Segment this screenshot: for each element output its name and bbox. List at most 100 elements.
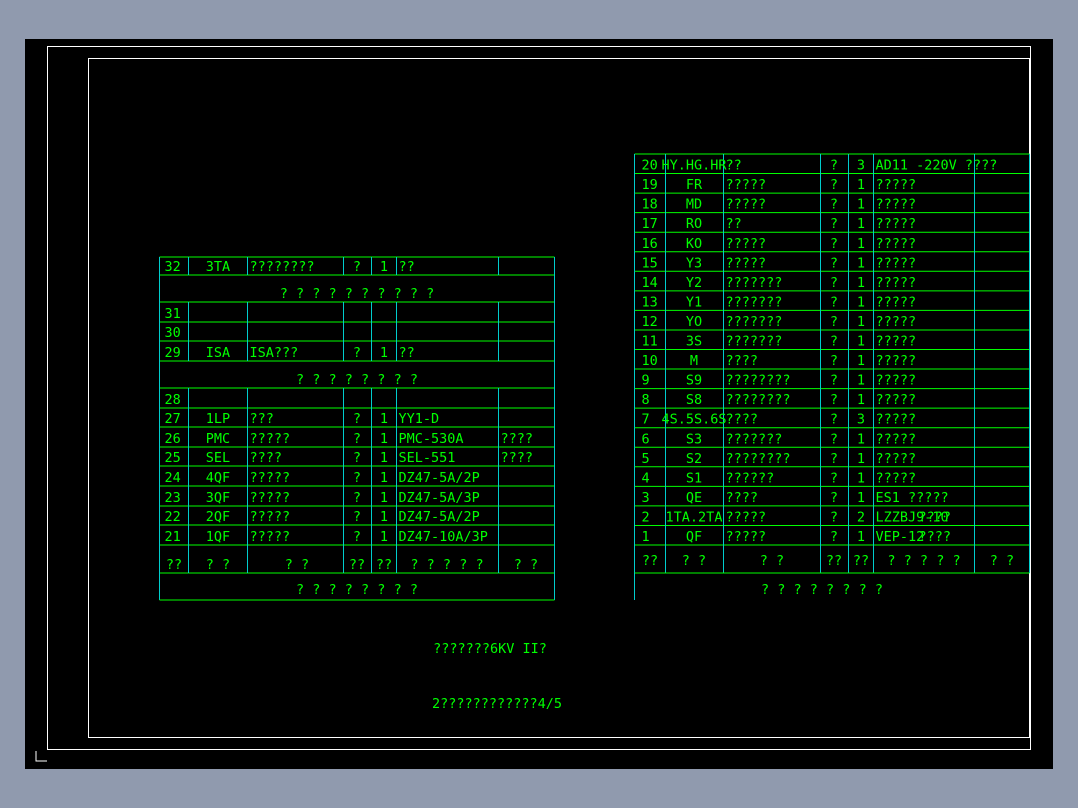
value-cell: ISA??? <box>250 345 299 361</box>
unit-cell: 1 <box>857 451 865 467</box>
index-cell: 12 <box>642 314 658 330</box>
index-cell: 9 <box>642 373 650 389</box>
unit-cell: ? <box>830 314 838 330</box>
unit-cell: ? <box>830 216 838 232</box>
value-cell: ????? <box>876 392 917 408</box>
unit-cell: 1 <box>857 294 865 310</box>
index-cell: 17 <box>642 216 658 232</box>
value-cell: ?? <box>726 158 742 174</box>
unit-cell: ? <box>830 158 838 174</box>
note-cell: ???? <box>919 509 952 525</box>
unit-cell: ? <box>830 509 838 525</box>
index-cell: 32 <box>165 259 181 275</box>
code-cell: 2QF <box>206 509 230 525</box>
header-cell: ? ? <box>285 557 309 573</box>
unit-cell: 3 <box>857 158 865 174</box>
left-component-table: 32 3TA????????? 1??? ? ? ? ? ? ? ? ? ?3130… <box>159 256 555 601</box>
caption-sheet-number: 2????????????4/5 <box>432 696 562 712</box>
header-cell: ?? <box>349 557 365 573</box>
unit-cell: 1 <box>857 373 865 389</box>
unit-cell: 1 <box>857 197 865 213</box>
value-cell: ????? <box>250 490 291 506</box>
unit-cell: 1 <box>380 411 388 427</box>
header-cell: ?? <box>853 553 869 569</box>
cad-viewport[interactable]: ???????6KV II? 2????????????4/5 32 3TA???… <box>25 39 1053 769</box>
index-cell: 13 <box>642 294 658 310</box>
value-cell: ????? <box>876 255 917 271</box>
header-cell: ? ? <box>990 553 1014 569</box>
header-cell: ?? <box>826 553 842 569</box>
value-cell: ????? <box>250 470 291 486</box>
index-cell: 21 <box>165 529 181 545</box>
value-cell: DZ47-5A/2P <box>399 470 480 486</box>
index-cell: 15 <box>642 255 658 271</box>
value-cell: ??????? <box>726 334 783 350</box>
index-cell: 27 <box>165 411 181 427</box>
index-cell: 30 <box>165 325 181 341</box>
header-cell: ?? <box>642 553 658 569</box>
value-cell: ????? <box>726 529 767 545</box>
value-cell: ??? <box>250 411 274 427</box>
value-cell: ???????? <box>726 392 791 408</box>
footer-title: ? ? ? ? ? ? ? ? <box>296 582 418 598</box>
index-cell: 4 <box>642 470 650 486</box>
code-cell: 1TA.2TA <box>666 509 723 525</box>
index-cell: 2 <box>642 509 650 525</box>
code-cell: S1 <box>686 470 702 486</box>
value-cell: ??????? <box>726 294 783 310</box>
unit-cell: ? <box>830 236 838 252</box>
value-cell: ????? <box>250 529 291 545</box>
code-cell: 3QF <box>206 490 230 506</box>
section-title: ? ? ? ? ? ? ? ? <box>296 372 418 388</box>
unit-cell: 1 <box>380 450 388 466</box>
code-cell: RO <box>686 216 702 232</box>
value-cell: ????? <box>876 451 917 467</box>
code-cell: 3TA <box>206 259 230 275</box>
value-cell: ???????? <box>726 373 791 389</box>
code-cell: S2 <box>686 451 702 467</box>
value-cell: ?? <box>726 216 742 232</box>
unit-cell: 1 <box>857 314 865 330</box>
index-cell: 10 <box>642 353 658 369</box>
unit-cell: ? <box>353 431 361 447</box>
code-cell: FR <box>686 177 703 193</box>
code-cell: S3 <box>686 431 702 447</box>
unit-cell: ? <box>830 392 838 408</box>
code-cell: ISA <box>206 345 230 361</box>
code-cell: 4QF <box>206 470 230 486</box>
value-cell: ????? <box>876 353 917 369</box>
index-cell: 28 <box>165 392 181 408</box>
value-cell: ????? <box>726 509 767 525</box>
value-cell: AD11 -220V ???? <box>876 158 998 174</box>
index-cell: 11 <box>642 334 658 350</box>
value-cell: VEP-12 <box>876 529 925 545</box>
index-cell: 22 <box>165 509 181 525</box>
index-cell: 31 <box>165 306 181 322</box>
value-cell: ??????? <box>726 314 783 330</box>
unit-cell: 1 <box>857 255 865 271</box>
unit-cell: ? <box>353 470 361 486</box>
code-cell: 1LP <box>206 411 230 427</box>
index-cell: 29 <box>165 345 181 361</box>
ucs-icon <box>35 751 47 762</box>
code-cell: MD <box>686 197 702 213</box>
value-cell: ??????? <box>726 275 783 291</box>
value-cell: ????? <box>726 197 767 213</box>
code-cell: 1QF <box>206 529 230 545</box>
header-cell: ?? <box>376 557 392 573</box>
index-cell: 26 <box>165 431 181 447</box>
value-cell: ????? <box>876 236 917 252</box>
code-cell: M <box>690 353 698 369</box>
value-cell: SEL-551 <box>399 450 456 466</box>
unit-cell: ? <box>830 451 838 467</box>
caption-cabinet-title: ???????6KV II? <box>433 641 547 657</box>
code-cell: KO <box>686 236 702 252</box>
index-cell: 6 <box>642 431 650 447</box>
value-cell: ???? <box>250 450 283 466</box>
value-cell: ???? <box>501 431 534 447</box>
unit-cell: ? <box>353 259 361 275</box>
index-cell: 14 <box>642 275 658 291</box>
value-cell: ???? <box>726 490 759 506</box>
unit-cell: ? <box>830 431 838 447</box>
cad-drawing: ???????6KV II? 2????????????4/5 32 3TA???… <box>35 46 1031 762</box>
